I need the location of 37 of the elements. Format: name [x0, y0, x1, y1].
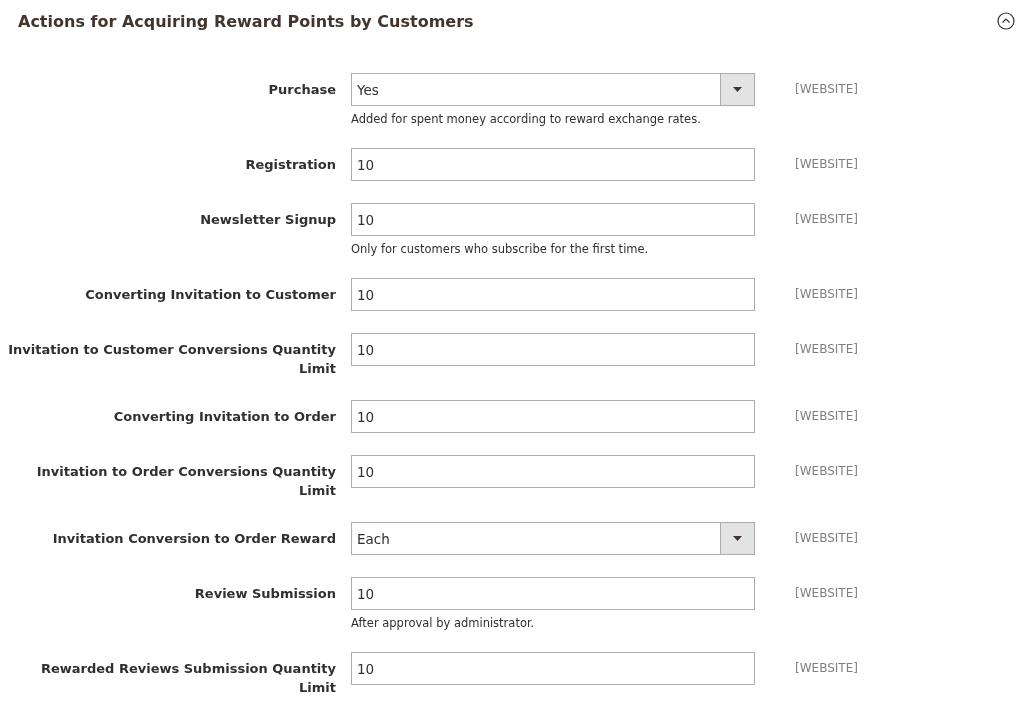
- scope-label: [WEBSITE]: [794, 156, 859, 173]
- input-field[interactable]: 10: [351, 577, 755, 610]
- scope-label: [WEBSITE]: [794, 341, 859, 358]
- input-field[interactable]: 10: [351, 278, 755, 311]
- scope-label: [WEBSITE]: [794, 81, 859, 98]
- caret-icon: [733, 536, 742, 541]
- select-field[interactable]: Yes: [351, 73, 755, 106]
- field-label: Invitation to Customer Conversions Quantity Limit: [7, 341, 336, 378]
- field-label: Review Submission: [193, 585, 336, 603]
- scope-label: [WEBSITE]: [794, 585, 859, 602]
- field-note: After approval by administrator.: [351, 616, 536, 630]
- field-note: Added for spent money according to reward exchange rates.: [351, 112, 702, 126]
- field-label: Converting Invitation to Order: [112, 408, 336, 426]
- field-label: Newsletter Signup: [199, 211, 336, 229]
- input-field[interactable]: 10: [351, 148, 755, 181]
- scope-label: [WEBSITE]: [794, 408, 859, 425]
- field-label: Converting Invitation to Customer: [84, 286, 336, 304]
- scope-label: [WEBSITE]: [794, 463, 859, 480]
- input-field[interactable]: 10: [351, 455, 755, 488]
- scope-label: [WEBSITE]: [794, 660, 859, 677]
- scope-label: [WEBSITE]: [794, 530, 859, 547]
- collapse-icon[interactable]: [997, 12, 1015, 30]
- field-label: Invitation Conversion to Order Reward: [51, 530, 336, 548]
- input-field[interactable]: 10: [351, 400, 755, 433]
- field-label: Rewarded Reviews Submission Quantity Limit: [39, 660, 336, 697]
- scope-label: [WEBSITE]: [794, 211, 859, 228]
- scope-label: [WEBSITE]: [794, 286, 859, 303]
- input-field[interactable]: 10: [351, 203, 755, 236]
- field-label: Purchase: [267, 81, 336, 99]
- field-note: Only for customers who subscribe for the first time.: [351, 242, 650, 256]
- section-title: Actions for Acquiring Reward Points by Customers: [18, 11, 474, 31]
- field-label: Registration: [244, 156, 336, 174]
- field-label: Invitation to Order Conversions Quantity Limit: [35, 463, 336, 500]
- input-field[interactable]: 10: [351, 652, 755, 685]
- caret-icon: [733, 87, 742, 92]
- select-field[interactable]: Each: [351, 522, 755, 555]
- input-field[interactable]: 10: [351, 333, 755, 366]
